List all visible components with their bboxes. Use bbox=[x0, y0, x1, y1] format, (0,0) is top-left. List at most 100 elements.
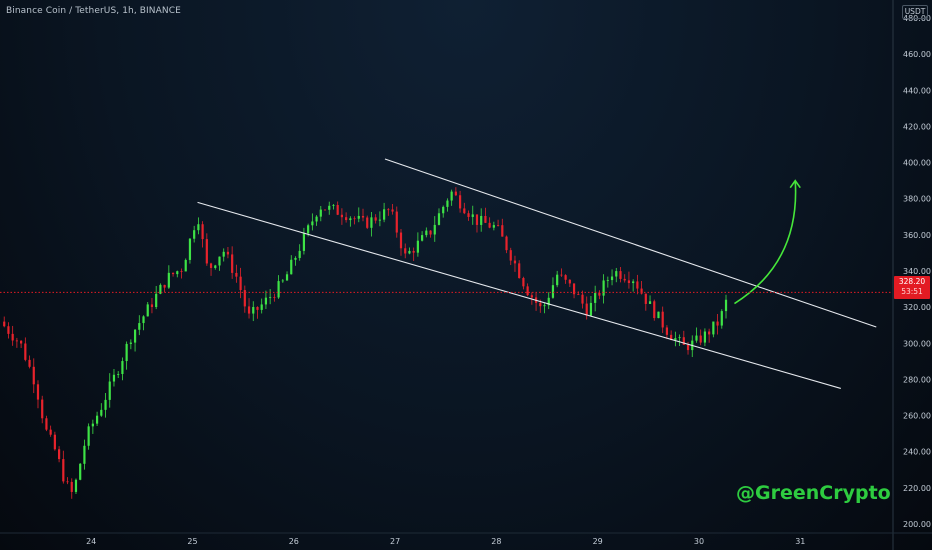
candle-body bbox=[260, 304, 263, 310]
candle-body bbox=[716, 321, 719, 326]
candle-body bbox=[11, 333, 14, 341]
trendline-lower[interactable] bbox=[197, 201, 841, 389]
projection-arrow bbox=[734, 180, 797, 305]
candle-body bbox=[349, 218, 352, 221]
candle-body bbox=[112, 374, 116, 382]
candle-body bbox=[657, 311, 660, 319]
candle-body bbox=[7, 326, 10, 334]
candle-body bbox=[539, 302, 542, 307]
candle-countdown: 53:51 bbox=[901, 287, 923, 296]
candle-body bbox=[218, 256, 221, 266]
price-tick-label: 300.00 bbox=[903, 339, 931, 348]
candle-body bbox=[556, 274, 559, 286]
candle-body bbox=[594, 292, 597, 303]
price-axis[interactable]: 200.00 220.00 240.00 260.00 280.00 300.00 320.… bbox=[903, 14, 931, 529]
price-tick-label: 280.00 bbox=[903, 375, 931, 384]
current-price-badge: 328.20 53:51 bbox=[894, 276, 930, 299]
candle-body bbox=[674, 338, 677, 341]
candle-body bbox=[513, 260, 517, 264]
candle-body bbox=[653, 301, 656, 319]
candle-body bbox=[319, 209, 322, 217]
candle-body bbox=[252, 306, 255, 314]
candle-body bbox=[378, 219, 381, 221]
candle-body bbox=[193, 230, 196, 239]
candle-body bbox=[24, 343, 27, 360]
author-watermark: @GreenCrypto bbox=[736, 482, 891, 504]
candle-body bbox=[176, 271, 179, 275]
candle-body bbox=[336, 205, 339, 215]
candle-body bbox=[665, 327, 669, 335]
candle-body bbox=[180, 271, 183, 272]
candle-body bbox=[138, 323, 141, 330]
price-tick-label: 440.00 bbox=[903, 86, 931, 95]
candle-body bbox=[433, 224, 436, 235]
candle-body bbox=[15, 340, 18, 342]
candle-body bbox=[678, 337, 681, 339]
currency-unit-badge[interactable]: USDT bbox=[902, 5, 928, 19]
candle-body bbox=[581, 294, 584, 304]
time-tick-label: 31 bbox=[795, 537, 805, 546]
candle-body bbox=[560, 274, 563, 276]
candle-body bbox=[429, 230, 432, 235]
candle-body bbox=[74, 479, 78, 492]
candle-body bbox=[95, 415, 99, 424]
candle-body bbox=[492, 225, 495, 228]
candle-body bbox=[695, 335, 698, 341]
candle-body bbox=[589, 302, 593, 316]
candle-body bbox=[155, 293, 158, 308]
price-tick-label: 320.00 bbox=[903, 303, 931, 312]
candle-body bbox=[598, 292, 601, 296]
candle-body bbox=[104, 399, 107, 410]
candle-body bbox=[205, 239, 208, 264]
price-tick-label: 400.00 bbox=[903, 159, 931, 168]
candle-body bbox=[197, 224, 200, 231]
candle-body bbox=[91, 423, 94, 427]
candle-body bbox=[488, 222, 491, 228]
candle-body bbox=[57, 449, 61, 460]
candle-body bbox=[256, 306, 259, 310]
price-tick-label: 420.00 bbox=[903, 122, 931, 131]
candle-body bbox=[184, 259, 187, 272]
candle-body bbox=[45, 418, 48, 430]
candle-body bbox=[399, 232, 403, 249]
candle-body bbox=[121, 361, 124, 374]
candle-body bbox=[53, 434, 56, 450]
candle-body bbox=[171, 272, 175, 275]
symbol-title: Binance Coin / TetherUS, 1h, BINANCE bbox=[6, 6, 181, 16]
candlestick-chart[interactable]: 200.00 220.00 240.00 260.00 280.00 300.00 320.… bbox=[0, 0, 932, 550]
candle-body bbox=[222, 251, 225, 257]
candle-body bbox=[20, 340, 23, 344]
candle-body bbox=[446, 200, 449, 207]
candle-body bbox=[496, 225, 500, 226]
candle-body bbox=[391, 209, 394, 212]
candle-body bbox=[724, 299, 728, 312]
candle-body bbox=[518, 263, 521, 279]
candle-body bbox=[117, 373, 120, 375]
trendline-upper[interactable] bbox=[384, 158, 877, 328]
candle-body bbox=[285, 274, 289, 281]
candle-body bbox=[366, 217, 369, 228]
price-tick-label: 240.00 bbox=[903, 448, 931, 457]
candle-body bbox=[577, 294, 580, 296]
time-tick-label: 26 bbox=[289, 537, 299, 546]
candle-body bbox=[108, 381, 111, 400]
candle-body bbox=[370, 217, 373, 228]
candle-body bbox=[41, 399, 44, 419]
candle-body bbox=[437, 213, 441, 225]
price-tick-label: 340.00 bbox=[903, 267, 931, 276]
candle-body bbox=[564, 275, 567, 280]
candle-body bbox=[281, 280, 284, 282]
candle-body bbox=[163, 284, 166, 288]
candle-body bbox=[387, 209, 390, 211]
candle-body bbox=[661, 311, 664, 328]
candle-body bbox=[458, 195, 462, 209]
candle-body bbox=[36, 384, 40, 400]
candle-body bbox=[408, 250, 411, 254]
price-tick-label: 360.00 bbox=[903, 231, 931, 240]
time-axis[interactable]: 24 25 26 27 28 29 30 31 bbox=[86, 537, 805, 546]
candle-body bbox=[640, 288, 643, 294]
candle-body bbox=[480, 215, 483, 225]
candle-body bbox=[209, 263, 213, 268]
candle-body bbox=[345, 217, 348, 221]
current-price-label: 328.20 bbox=[898, 277, 926, 286]
